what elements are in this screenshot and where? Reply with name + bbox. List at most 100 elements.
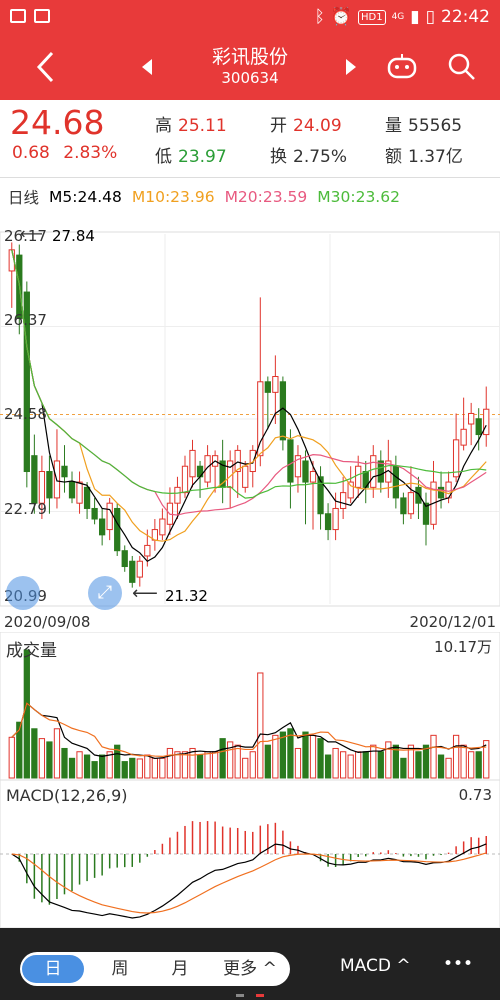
page-indicator-active xyxy=(256,994,264,997)
tab-week[interactable]: 周 xyxy=(90,952,150,986)
expand-icon[interactable]: ⤢ xyxy=(88,576,122,610)
price-change: 0.68 2.83% xyxy=(12,143,117,163)
search-icon[interactable] xyxy=(447,52,477,86)
candle-body xyxy=(452,439,460,478)
candle-body xyxy=(38,471,46,504)
volume-bar xyxy=(38,738,46,779)
max-price-label: 27.84 xyxy=(52,227,95,245)
battery-icon: ▯ xyxy=(425,7,435,27)
volume-bar xyxy=(445,757,452,779)
status-time: 22:42 xyxy=(441,7,490,27)
volume-bar xyxy=(302,731,309,779)
volume-bar xyxy=(196,754,204,779)
volume-bar xyxy=(452,734,460,779)
ma5-label: M5:24.48 xyxy=(49,188,122,206)
volume-bar xyxy=(362,751,369,779)
open-label: 开 xyxy=(270,116,287,136)
volume-bar xyxy=(76,751,83,779)
volume-bar xyxy=(355,751,362,779)
candle-body xyxy=(279,381,287,441)
volume-title: 成交量 xyxy=(6,641,57,661)
candle-body xyxy=(340,492,347,509)
volume-bar xyxy=(219,738,226,779)
max-arrow-icon: ⟵ xyxy=(20,224,43,243)
ma20-line xyxy=(11,249,487,516)
candle-body xyxy=(332,507,339,531)
candle-body xyxy=(144,544,151,557)
macd-dif-line xyxy=(11,843,487,919)
volume-bar xyxy=(340,751,347,779)
tab-month[interactable]: 月 xyxy=(150,952,210,986)
volume-bar xyxy=(264,744,271,779)
gallery-icon xyxy=(34,9,50,23)
volume-bar xyxy=(31,728,38,779)
change-value: 0.68 xyxy=(12,143,50,163)
next-stock-icon[interactable] xyxy=(344,57,358,81)
volume-bar xyxy=(475,751,482,779)
candle-body xyxy=(91,507,98,520)
volume-bar xyxy=(400,757,407,779)
notification-icon xyxy=(10,9,26,23)
ma30-line xyxy=(11,249,487,499)
volume-bar xyxy=(174,751,181,779)
volume-bar xyxy=(249,751,256,779)
kline-chart[interactable] xyxy=(0,214,500,609)
robot-icon[interactable] xyxy=(386,52,418,86)
candle-body xyxy=(400,497,407,515)
volume-bar xyxy=(91,761,98,779)
open-value: 24.09 xyxy=(293,116,342,136)
volume-bar xyxy=(99,754,106,779)
macd-title: MACD(12,26,9) xyxy=(6,786,128,805)
ma5-line xyxy=(11,249,487,563)
candle-body xyxy=(68,481,76,499)
volume-bar xyxy=(144,754,151,779)
min-price-label: 21.32 xyxy=(165,587,208,605)
tab-more[interactable]: 更多 ^ xyxy=(210,952,290,986)
volume-label: 量 xyxy=(385,116,402,136)
volume-bar xyxy=(294,747,302,779)
y-label-3: 24.58 xyxy=(4,405,47,423)
amount-item: 额 1.37亿 xyxy=(385,142,463,167)
candle-body xyxy=(460,428,467,446)
collapse-icon[interactable] xyxy=(6,576,40,610)
bluetooth-icon: ᛒ xyxy=(314,7,325,27)
candle-body xyxy=(475,418,482,436)
candle-body xyxy=(483,408,490,436)
turnover-item: 换 2.75% xyxy=(270,142,347,167)
low-item: 低 23.97 xyxy=(155,142,227,167)
volume-bar xyxy=(415,751,422,779)
indicator-selector[interactable]: MACD ^ xyxy=(340,956,411,976)
amount-value: 1.37亿 xyxy=(408,147,463,167)
menu-icon[interactable]: ••• xyxy=(443,954,473,974)
candle-body xyxy=(174,486,181,504)
period-label[interactable]: 日线 xyxy=(8,186,39,208)
high-value: 25.11 xyxy=(178,116,227,136)
volume-bar xyxy=(121,761,128,779)
candle-body xyxy=(355,465,362,488)
volume-item: 量 55565 xyxy=(385,111,462,136)
volume-bar xyxy=(181,751,189,779)
candle-body xyxy=(99,518,106,536)
candle-body xyxy=(114,507,121,552)
candle-body xyxy=(468,412,475,425)
volume-bar xyxy=(460,744,467,779)
volume-chart[interactable] xyxy=(0,632,500,780)
alarm-icon: ⏰ xyxy=(330,7,352,27)
candle-body xyxy=(189,449,196,478)
candle-body xyxy=(370,455,377,488)
volume-bar xyxy=(385,741,392,779)
candle-body xyxy=(129,560,136,583)
hd-badge: HD1 xyxy=(357,9,386,25)
high-item: 高 25.11 xyxy=(155,111,227,136)
candle-body xyxy=(317,476,324,515)
candle-body xyxy=(257,381,264,457)
candle-body xyxy=(324,513,332,531)
ma10-label: M10:23.96 xyxy=(131,188,215,206)
tab-day[interactable]: 日 xyxy=(22,955,84,983)
volume-max: 10.17万 xyxy=(434,638,492,656)
candle-body xyxy=(437,486,445,499)
stock-name: 彩讯股份 xyxy=(211,46,288,68)
y-label-2: 26.37 xyxy=(4,311,47,329)
volume-bar xyxy=(377,751,384,779)
volume-bar xyxy=(151,757,158,779)
